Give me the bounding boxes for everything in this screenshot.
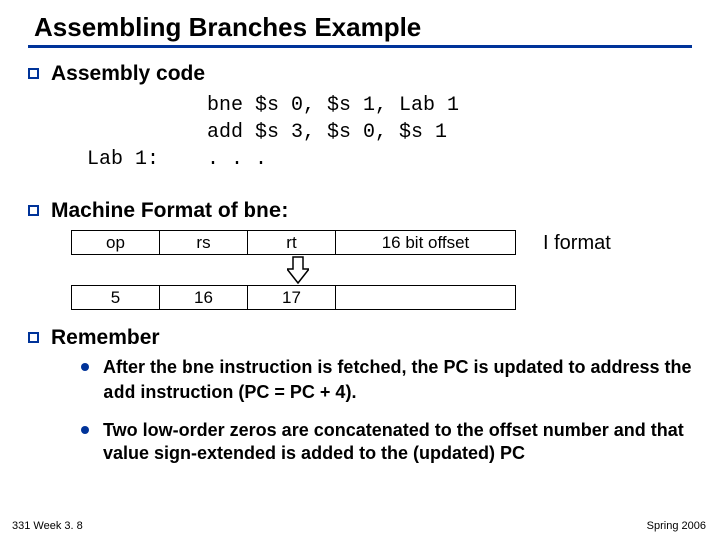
footer-right: Spring 2006 [647, 520, 706, 532]
machine-heading: Machine Format of bne: [51, 199, 692, 224]
footer-left: 331 Week 3. 8 [12, 520, 83, 532]
bullet-square-icon [28, 68, 39, 79]
bullet-dot-icon [81, 363, 89, 371]
val-offset [336, 286, 516, 310]
val-rt: 17 [248, 286, 336, 310]
remember-item: After the bne instruction is fetched, th… [81, 356, 692, 405]
machine-heading-suffix: : [281, 199, 288, 222]
footer: 331 Week 3. 8 Spring 2006 [12, 520, 706, 532]
val-op: 5 [72, 286, 160, 310]
format-value-table: 5 16 17 [71, 285, 516, 310]
remember-text-1: After the bne instruction is fetched, th… [103, 356, 692, 405]
bullet-square-icon [28, 205, 39, 216]
bullet-dot-icon [81, 426, 89, 434]
assembly-code-block: bne $s 0, $s 1, Lab 1 add $s 3, $s 0, $s… [87, 92, 692, 173]
fmt-offset: 16 bit offset [336, 231, 516, 255]
val-rs: 16 [160, 286, 248, 310]
down-arrow-icon [287, 255, 309, 285]
remember-heading: Remember [51, 326, 692, 350]
section-machine-format: Machine Format of bne: I format op rs rt… [28, 199, 692, 314]
page-title: Assembling Branches Example [28, 12, 692, 48]
assembly-heading: Assembly code [51, 62, 692, 86]
fmt-rs: rs [160, 231, 248, 255]
format-header-table: op rs rt 16 bit offset [71, 230, 516, 255]
section-remember: Remember After the bne instruction is fe… [28, 326, 692, 478]
machine-heading-mono: bne [244, 201, 282, 224]
remember-text-2: Two low-order zeros are concatenated to … [103, 419, 692, 464]
fmt-op: op [72, 231, 160, 255]
fmt-rt: rt [248, 231, 336, 255]
i-format-label: I format [543, 232, 611, 255]
machine-heading-prefix: Machine Format of [51, 199, 244, 222]
bullet-square-icon [28, 332, 39, 343]
remember-item: Two low-order zeros are concatenated to … [81, 419, 692, 464]
section-assembly: Assembly code bne $s 0, $s 1, Lab 1 add … [28, 62, 692, 189]
